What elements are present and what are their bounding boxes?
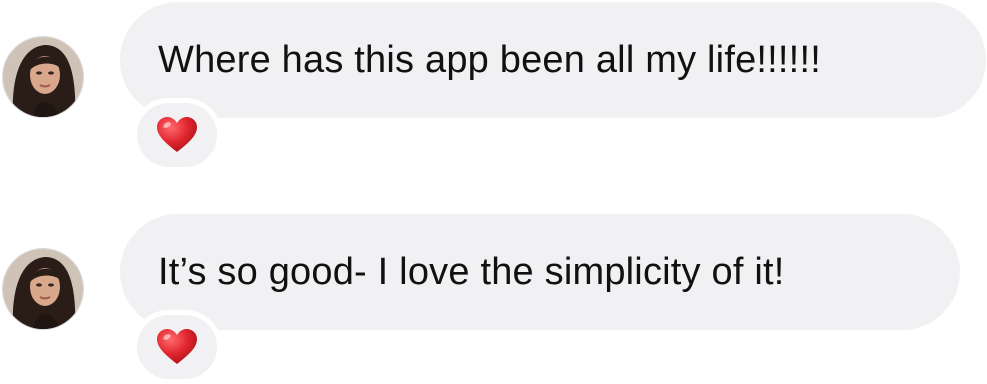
avatar-image <box>3 37 83 117</box>
heart-icon <box>157 117 197 152</box>
message-bubble[interactable]: Where has this app been all my life!!!!!… <box>120 2 986 118</box>
message-text: Where has this app been all my life!!!!!… <box>158 38 821 81</box>
heart-icon <box>157 329 197 364</box>
avatar[interactable] <box>2 36 84 118</box>
reaction-badge[interactable] <box>132 310 222 384</box>
message-text: It’s so good- I love the simplicity of i… <box>158 250 785 293</box>
avatar[interactable] <box>2 248 84 330</box>
message-bubble[interactable]: It’s so good- I love the simplicity of i… <box>120 214 960 330</box>
reaction-badge[interactable] <box>132 98 222 172</box>
avatar-image <box>3 249 83 329</box>
